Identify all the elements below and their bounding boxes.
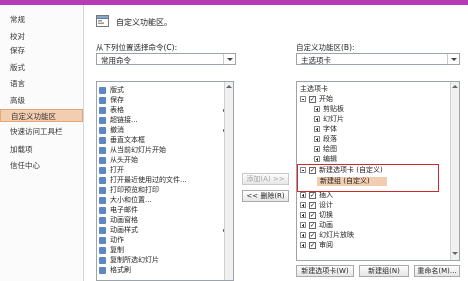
choose-commands-label: 从下列位置选择命令(C):	[96, 43, 178, 52]
expand-icon[interactable]	[314, 156, 320, 162]
command-icon	[99, 137, 106, 144]
sidebar-item-advanced[interactable]: 高级	[0, 94, 83, 107]
scroll-up-icon[interactable]	[452, 84, 458, 89]
customize-ribbon-icon	[96, 14, 110, 28]
checkbox-checked-icon[interactable]: ✓	[309, 192, 316, 199]
checkbox-checked-icon[interactable]: ✓	[309, 202, 316, 209]
command-icon	[99, 127, 106, 134]
expand-icon[interactable]	[314, 126, 320, 132]
command-icon	[99, 177, 106, 184]
command-icon	[99, 147, 106, 154]
customize-ribbon-label: 自定义功能区(B):	[296, 43, 355, 52]
expand-icon[interactable]	[300, 222, 306, 228]
options-sidebar: 常规 校对 保存 版式 语言 高级 自定义功能区 快速访问工具栏 加载项 信任中…	[0, 5, 84, 281]
collapse-icon[interactable]	[300, 96, 306, 102]
command-icon	[99, 197, 106, 204]
sidebar-item-save[interactable]: 保存	[0, 44, 83, 57]
checkbox-checked-icon[interactable]: ✓	[309, 96, 316, 103]
chevron-down-icon[interactable]	[223, 54, 235, 64]
command-icon	[99, 207, 106, 214]
chevron-down-icon[interactable]	[447, 54, 459, 64]
expand-icon[interactable]	[300, 202, 306, 208]
command-icon	[99, 157, 106, 164]
remove-button[interactable]: << 删除(R)	[242, 190, 289, 202]
add-button[interactable]: 添加(A) >>	[242, 173, 289, 185]
sidebar-item-trust-center[interactable]: 信任中心	[0, 159, 83, 172]
customize-ribbon-panel: 自定义功能区。 从下列位置选择命令(C): 常用命令 版式 保存 表格▸ 超链接…	[84, 5, 468, 281]
commands-source-select[interactable]: 常用命令	[96, 53, 236, 65]
sidebar-item-layout[interactable]: 版式	[0, 61, 83, 74]
command-icon	[99, 217, 106, 224]
sidebar-item-addins[interactable]: 加载项	[0, 143, 83, 156]
highlight-box	[297, 164, 439, 192]
page-title: 自定义功能区。	[116, 18, 172, 27]
sidebar-item-customize-ribbon[interactable]: 自定义功能区	[0, 109, 83, 122]
tree-item-home[interactable]: ✓ 开始	[300, 95, 440, 104]
commands-source-value: 常用命令	[101, 56, 131, 65]
expand-icon[interactable]	[314, 106, 320, 112]
sidebar-item-general[interactable]: 常规	[0, 13, 83, 26]
new-tab-button[interactable]: 新建选项卡(W)	[296, 265, 354, 277]
command-icon	[99, 167, 106, 174]
expand-icon[interactable]	[314, 146, 320, 152]
command-icon	[99, 87, 106, 94]
ribbon-tabs-select[interactable]: 主选项卡	[296, 53, 460, 65]
expand-icon[interactable]	[314, 136, 320, 142]
command-icon	[99, 107, 106, 114]
scroll-down-icon[interactable]	[452, 251, 458, 256]
checkbox-checked-icon[interactable]: ✓	[309, 212, 316, 219]
rename-button[interactable]: 重命名(M)...	[414, 265, 460, 277]
sidebar-item-quick-access-toolbar[interactable]: 快速访问工具栏	[0, 125, 83, 138]
command-icon	[99, 267, 106, 274]
checkbox-checked-icon[interactable]: ✓	[309, 232, 316, 239]
expand-icon[interactable]	[300, 192, 306, 198]
expand-icon[interactable]	[300, 212, 306, 218]
commands-list[interactable]: 版式 保存 表格▸ 超链接... 撤消▸ 垂直文本框 从当前幻灯片开始 从头开始…	[96, 81, 234, 281]
expand-icon[interactable]	[300, 232, 306, 238]
command-icon	[99, 97, 106, 104]
sidebar-item-proofing[interactable]: 校对	[0, 30, 83, 43]
expand-icon[interactable]	[300, 242, 306, 248]
commands-list-scrollbar[interactable]	[224, 82, 233, 280]
ribbon-tabs-value: 主选项卡	[301, 56, 331, 65]
expand-icon[interactable]	[314, 116, 320, 122]
tree-header: 主选项卡	[300, 85, 328, 93]
command-icon	[99, 187, 106, 194]
checkbox-checked-icon[interactable]: ✓	[309, 222, 316, 229]
checkbox-checked-icon[interactable]: ✓	[309, 242, 316, 249]
sidebar-item-language[interactable]: 语言	[0, 77, 83, 90]
command-icon	[99, 237, 106, 244]
command-icon	[99, 247, 106, 254]
command-icon	[99, 257, 106, 264]
command-icon	[99, 227, 106, 234]
ribbon-tree-scrollbar[interactable]	[450, 82, 459, 260]
scroll-up-icon[interactable]	[226, 84, 232, 89]
new-group-button[interactable]: 新建组(N)	[359, 265, 409, 277]
command-icon	[99, 117, 106, 124]
